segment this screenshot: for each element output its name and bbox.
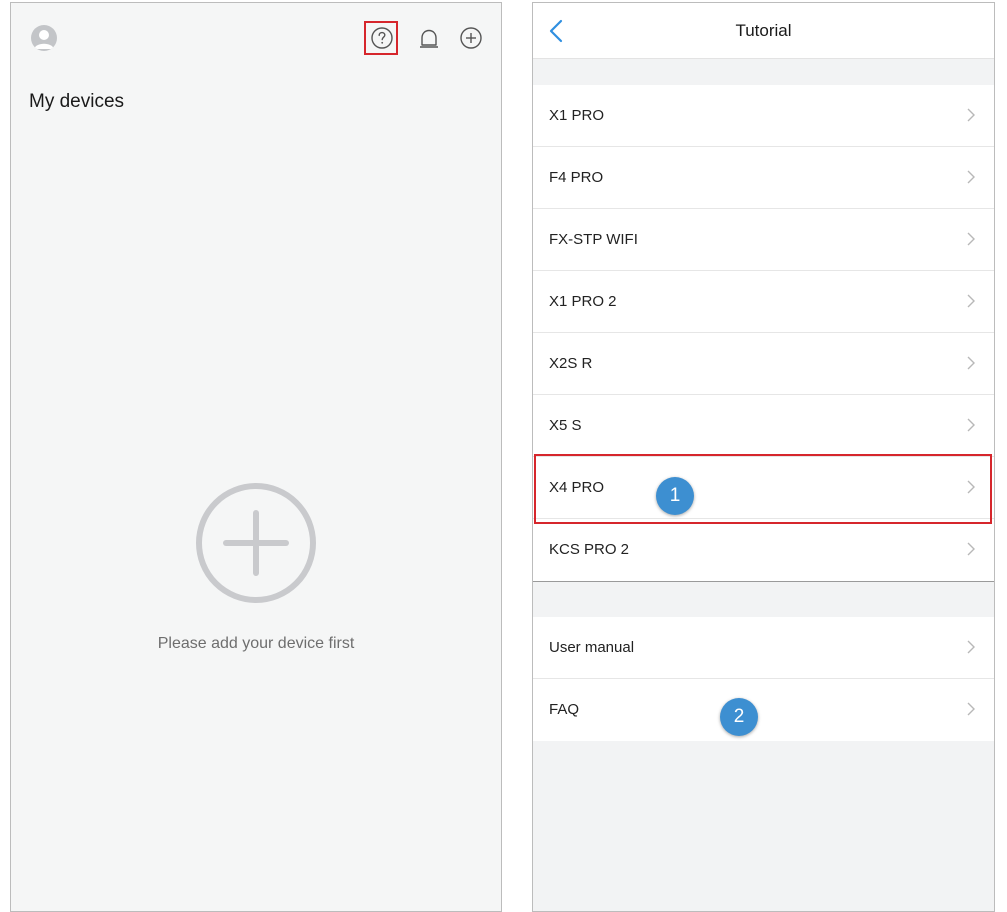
chevron-right-icon (967, 232, 975, 246)
chevron-right-icon (967, 356, 975, 370)
chevron-right-icon (967, 418, 975, 432)
list-item[interactable]: F4 PRO (533, 147, 994, 209)
page-title: My devices (29, 91, 125, 112)
chevron-right-icon (967, 170, 975, 184)
step-badge-1: 1 (656, 477, 694, 515)
list-item-label: X1 PRO 2 (549, 293, 617, 310)
list-item[interactable]: FX-STP WIFI (533, 209, 994, 271)
top-bar (11, 3, 501, 71)
empty-state-message: Please add your device first (157, 635, 355, 652)
list-item[interactable]: X1 PRO (533, 85, 994, 147)
list-item-label: X1 PRO (549, 107, 605, 124)
list-item-user-manual[interactable]: User manual (533, 617, 994, 679)
add-device-icon[interactable] (458, 25, 484, 51)
chevron-right-icon (967, 108, 975, 122)
list-item-label: X4 PRO (549, 479, 605, 496)
list-item-label: F4 PRO (549, 169, 604, 186)
step-badge-2: 2 (720, 698, 758, 736)
list-item[interactable]: X2S R (533, 333, 994, 395)
chevron-right-icon (967, 542, 975, 556)
chevron-right-icon (967, 480, 975, 494)
list-item-label: User manual (549, 639, 635, 656)
help-list: User manual FAQ (533, 617, 994, 741)
bell-icon[interactable] (416, 25, 442, 51)
list-item-x4-pro[interactable]: X4 PRO (533, 457, 994, 519)
section-divider (533, 581, 994, 582)
list-item[interactable]: X5 S (533, 395, 994, 457)
list-item-label: KCS PRO 2 (549, 541, 630, 558)
tutorial-screen: Tutorial X1 PRO F4 PRO FX-STP WIFI X1 PR… (532, 2, 995, 912)
my-devices-screen: My devices Please add your device first (10, 2, 502, 912)
list-item[interactable]: KCS PRO 2 (533, 519, 994, 581)
list-item-label: FAQ (549, 701, 580, 718)
list-item[interactable]: X1 PRO 2 (533, 271, 994, 333)
help-icon-highlight (364, 21, 398, 55)
chevron-right-icon (967, 294, 975, 308)
tutorial-screenshot: My devices Please add your device first … (0, 0, 1007, 912)
chevron-right-icon (967, 702, 975, 716)
chevron-right-icon (967, 640, 975, 654)
avatar-icon[interactable] (31, 25, 57, 51)
list-item-label: FX-STP WIFI (549, 231, 638, 248)
list-item-label: X2S R (549, 355, 593, 372)
nav-bar: Tutorial (533, 3, 994, 59)
list-item-faq[interactable]: FAQ (533, 679, 994, 741)
nav-title: Tutorial (735, 21, 792, 40)
list-item-label: X5 S (549, 417, 582, 434)
add-device-large-icon[interactable] (194, 481, 318, 605)
device-tutorial-list: X1 PRO F4 PRO FX-STP WIFI X1 PRO 2 X2S R… (533, 85, 994, 581)
